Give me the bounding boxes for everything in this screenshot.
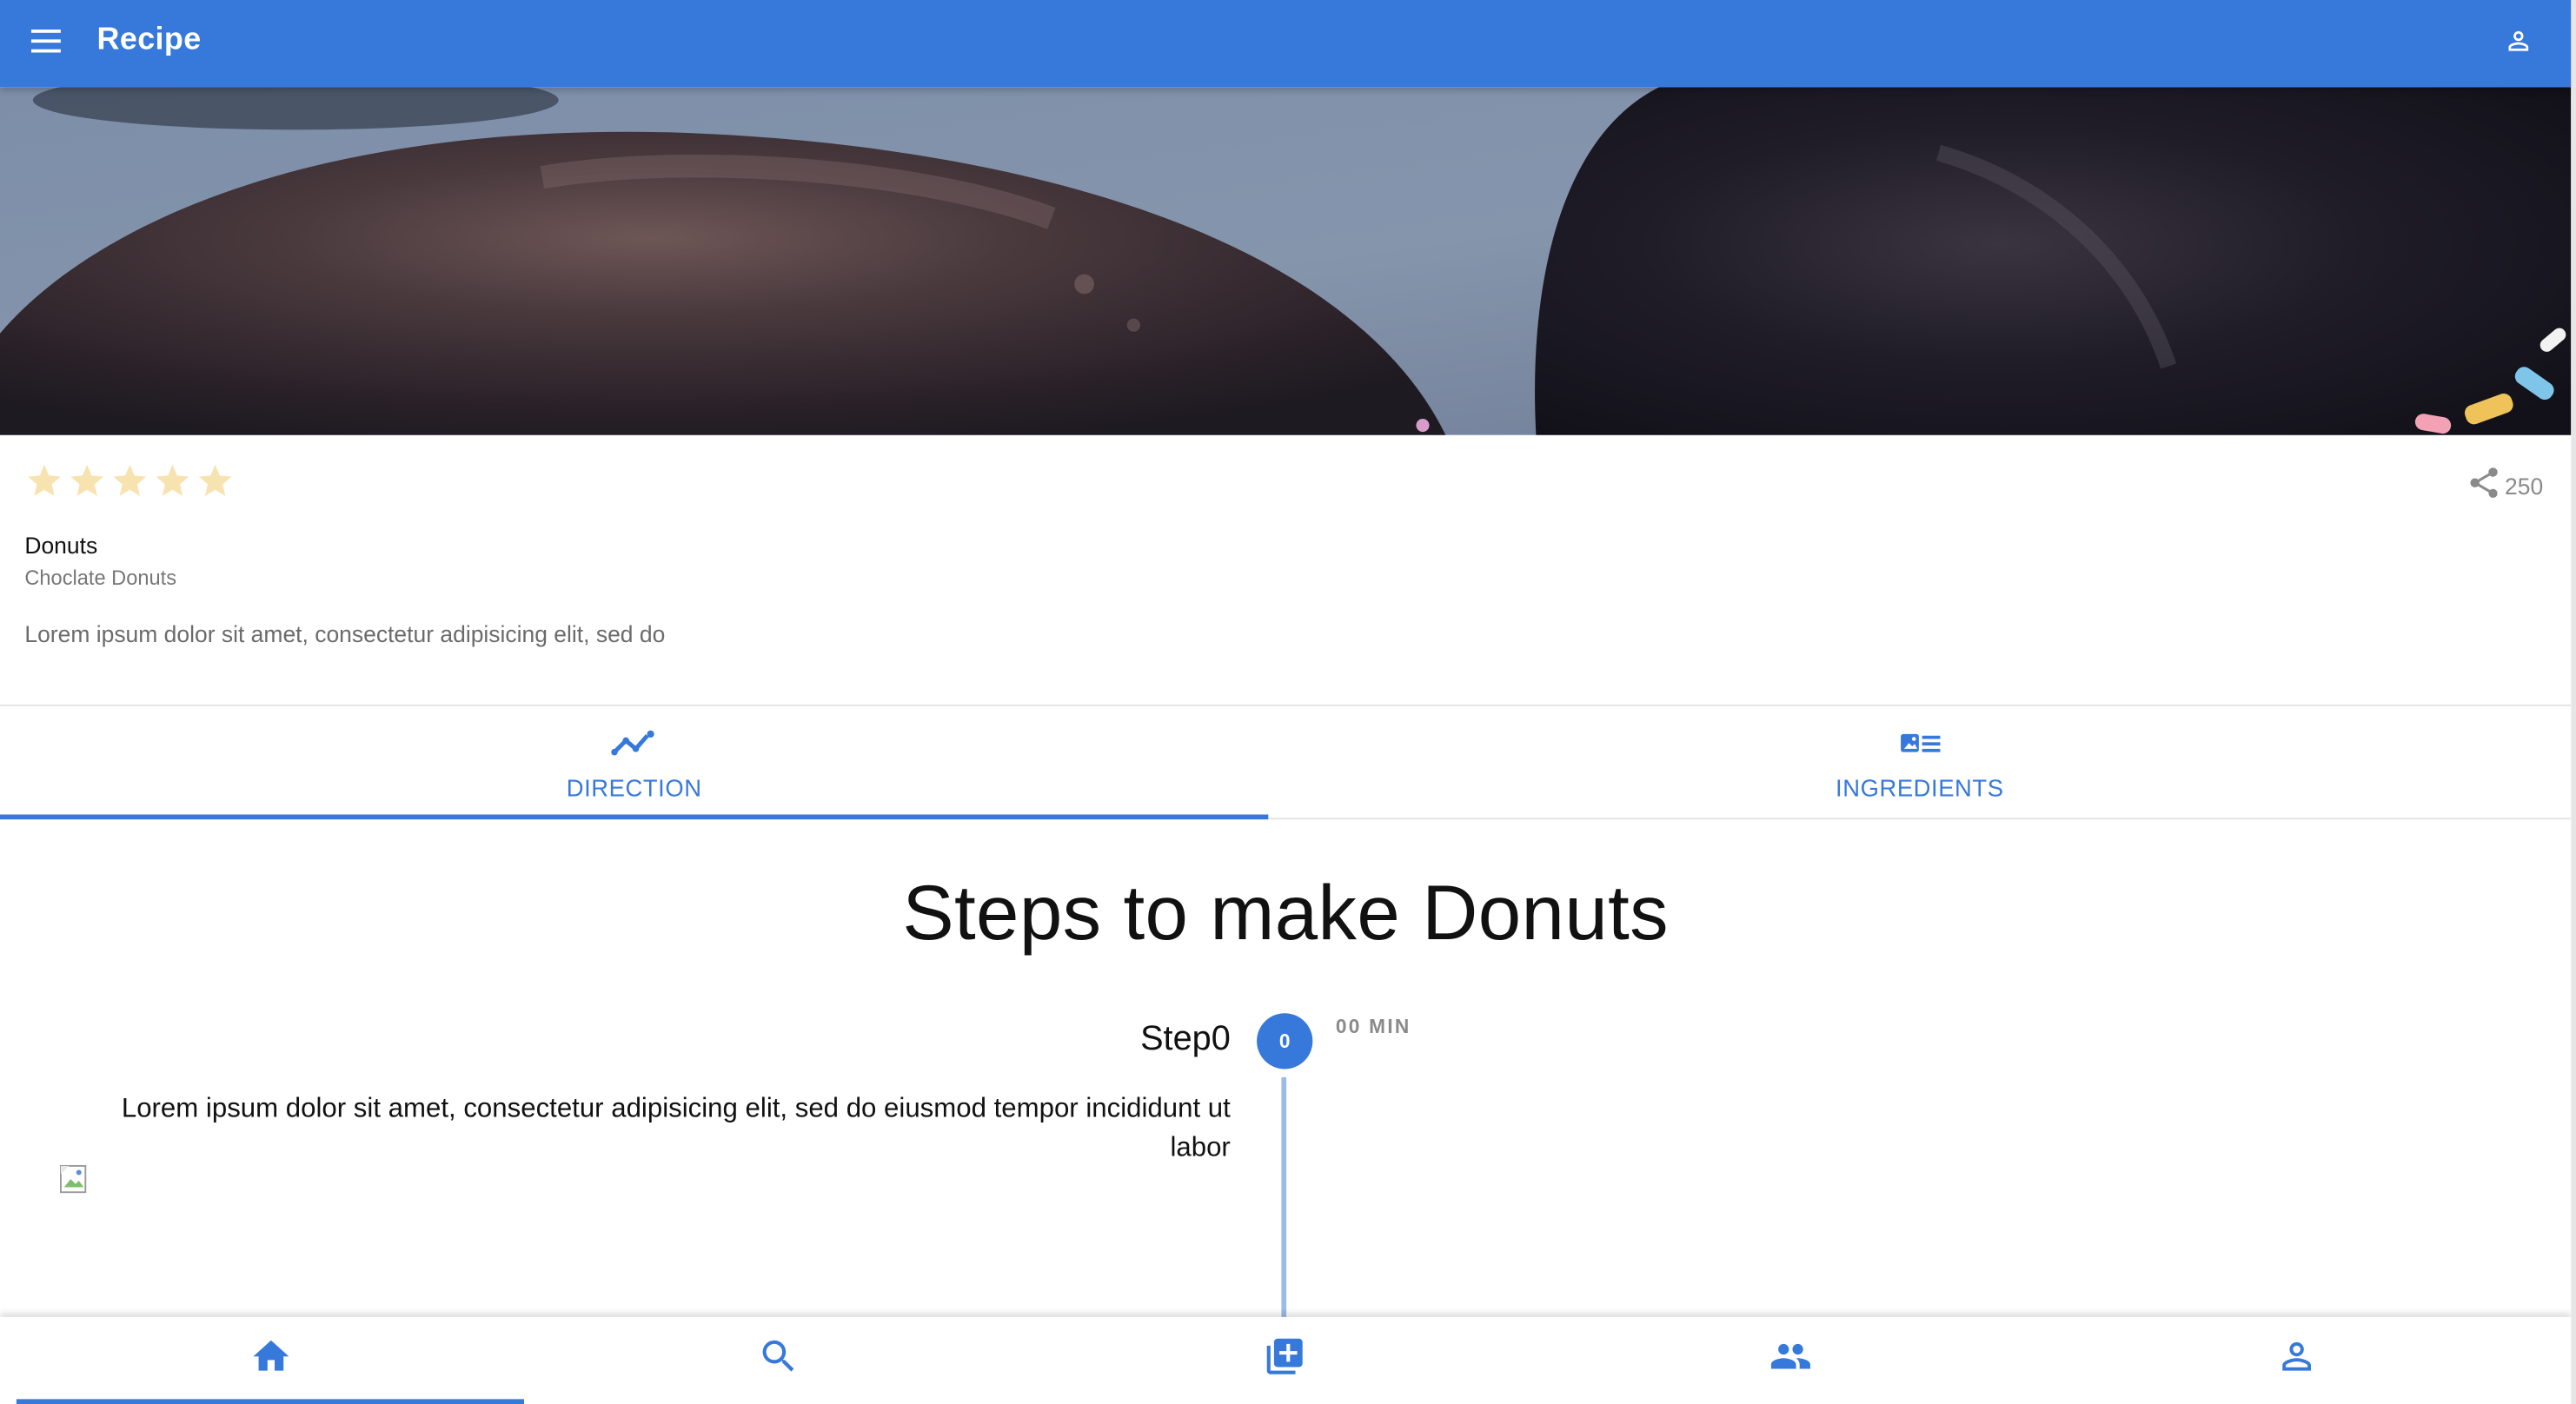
nav-profile[interactable] xyxy=(2042,1317,2550,1404)
recipe-tabs: DIRECTION INGREDIENTS xyxy=(0,704,2572,820)
active-nav-indicator xyxy=(16,1399,525,1404)
app-bar: Recipe xyxy=(0,0,2572,88)
timeline-line xyxy=(1281,1076,1287,1324)
page: Recipe 250 Donuts Choclate Donuts Lorem … xyxy=(0,0,2572,1404)
recipe-description: Lorem ipsum dolor sit amet, consectetur … xyxy=(24,620,666,647)
scrollbar[interactable] xyxy=(2571,0,2576,1404)
share-count: 250 xyxy=(2505,472,2544,499)
tab-ingredients-label: INGREDIENTS xyxy=(1836,777,2004,804)
recipe-name: Donuts xyxy=(24,532,98,559)
list-icon xyxy=(1898,729,1941,758)
nav-search[interactable] xyxy=(524,1317,1032,1404)
person-icon xyxy=(2274,1335,2317,1387)
step-description: Lorem ipsum dolor sit amet, consectetur … xyxy=(121,1093,1231,1163)
star-icon[interactable] xyxy=(24,461,63,509)
step-number-badge: 0 xyxy=(1257,1013,1313,1070)
star-rating[interactable] xyxy=(24,461,235,509)
account-button[interactable] xyxy=(2493,20,2545,70)
people-icon xyxy=(1767,1335,1813,1387)
bottom-navigation xyxy=(0,1316,2572,1404)
tab-ingredients[interactable]: INGREDIENTS xyxy=(1268,706,2571,819)
menu-icon xyxy=(30,29,61,60)
star-icon[interactable] xyxy=(153,461,192,509)
active-tab-indicator xyxy=(0,814,1269,820)
recipe-subtitle: Choclate Donuts xyxy=(24,566,177,590)
tab-direction[interactable]: DIRECTION xyxy=(0,706,1268,819)
search-icon xyxy=(756,1335,799,1387)
app-title: Recipe xyxy=(96,23,202,58)
star-icon[interactable] xyxy=(110,461,149,509)
share-button[interactable]: 250 xyxy=(2466,465,2544,506)
nav-home[interactable] xyxy=(17,1317,524,1404)
nav-add[interactable] xyxy=(1030,1317,1537,1404)
tab-direction-label: DIRECTION xyxy=(566,777,702,804)
account-icon xyxy=(2504,25,2533,63)
star-icon[interactable] xyxy=(196,461,235,509)
trending-icon xyxy=(611,729,657,758)
add-box-icon xyxy=(1263,1335,1305,1387)
step-title: Step0 xyxy=(1140,1019,1231,1058)
recipe-hero-image xyxy=(0,87,2572,435)
star-icon[interactable] xyxy=(68,461,107,509)
step-duration: 00 MIN xyxy=(1335,1015,1411,1038)
broken-image-icon xyxy=(59,1164,89,1194)
steps-heading: Steps to make Donuts xyxy=(902,868,1669,957)
nav-people[interactable] xyxy=(1536,1317,2043,1404)
menu-button[interactable] xyxy=(20,20,72,70)
share-icon xyxy=(2466,465,2502,506)
home-icon xyxy=(249,1335,291,1387)
